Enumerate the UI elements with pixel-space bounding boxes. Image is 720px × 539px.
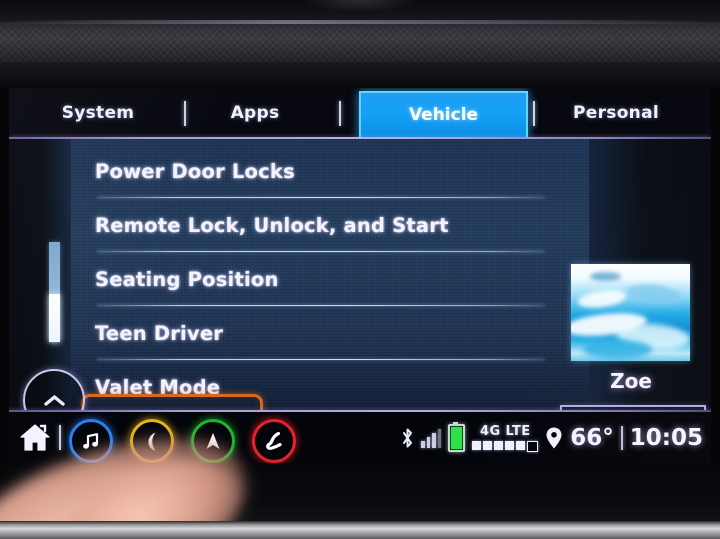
tab-separator-3 [533,101,535,126]
dash-sheen [0,20,720,24]
list-item-power-door-locks[interactable]: Power Door Locks [95,145,547,197]
status-bar: 4G LTE 66° 10:05 [401,420,703,456]
list-item-remote-lock-unlock-start[interactable]: Remote Lock, Unlock, and Start [95,199,547,251]
user-name: Zoe [610,369,652,393]
list-item-label: Teen Driver [95,321,224,345]
list-divider-2 [97,251,545,252]
dash-lip [0,62,720,88]
list-item-label: Seating Position [95,267,279,291]
temperature-readout: 66° [570,425,614,451]
tab-personal[interactable]: Personal [541,94,691,132]
list-divider-4 [97,359,545,360]
clock: 10:05 [629,425,703,451]
network-strength-blocks [472,441,539,452]
avatar-shape [577,287,627,310]
network-label: 4G LTE [480,424,531,439]
tab-apps[interactable]: Apps [195,94,315,132]
avatar-shape [582,339,652,360]
tab-separator-2 [339,101,341,126]
tab-personal-label: Personal [573,103,659,123]
dashboard-bezel-top [0,0,720,88]
list-divider-1 [97,197,545,198]
tab-vehicle[interactable]: Vehicle [359,91,528,139]
music-icon [83,433,99,449]
list-item-label: Remote Lock, Unlock, and Start [95,213,449,237]
seat-climate-button[interactable] [252,419,296,463]
status-separator [620,426,623,450]
infotainment-photo: System Apps Vehicle Personal Power Door … [0,0,720,539]
tab-vehicle-label: Vehicle [408,105,479,125]
battery-icon [448,422,466,452]
list-divider-3 [97,305,545,306]
scrollbar-thumb[interactable] [49,294,60,342]
home-icon[interactable] [19,422,51,453]
location-pin-icon [546,427,562,449]
tab-separator-1 [184,101,186,126]
signal-bars-icon [421,428,442,448]
infotainment-screen: System Apps Vehicle Personal Power Door … [9,88,711,463]
tab-system-label: System [61,103,135,123]
tab-bar: System Apps Vehicle Personal [9,88,711,139]
avatar[interactable] [571,264,690,361]
avatar-shape [590,271,621,282]
list-item-seating-position[interactable]: Seating Position [95,253,547,305]
seat-climate-icon [265,431,282,450]
list-item-teen-driver[interactable]: Teen Driver [95,307,547,359]
bluetooth-icon [403,428,413,448]
tab-apps-label: Apps [230,103,280,123]
chevron-up-icon [43,394,65,406]
tab-system[interactable]: System [33,94,163,132]
bottom-bar-separator [59,425,61,450]
dash-vent [300,0,420,12]
network-indicator: 4G LTE [472,424,539,452]
list-item-label: Power Door Locks [95,159,295,183]
avatar-shape [624,282,682,308]
dash-chrome-trim [0,521,720,539]
